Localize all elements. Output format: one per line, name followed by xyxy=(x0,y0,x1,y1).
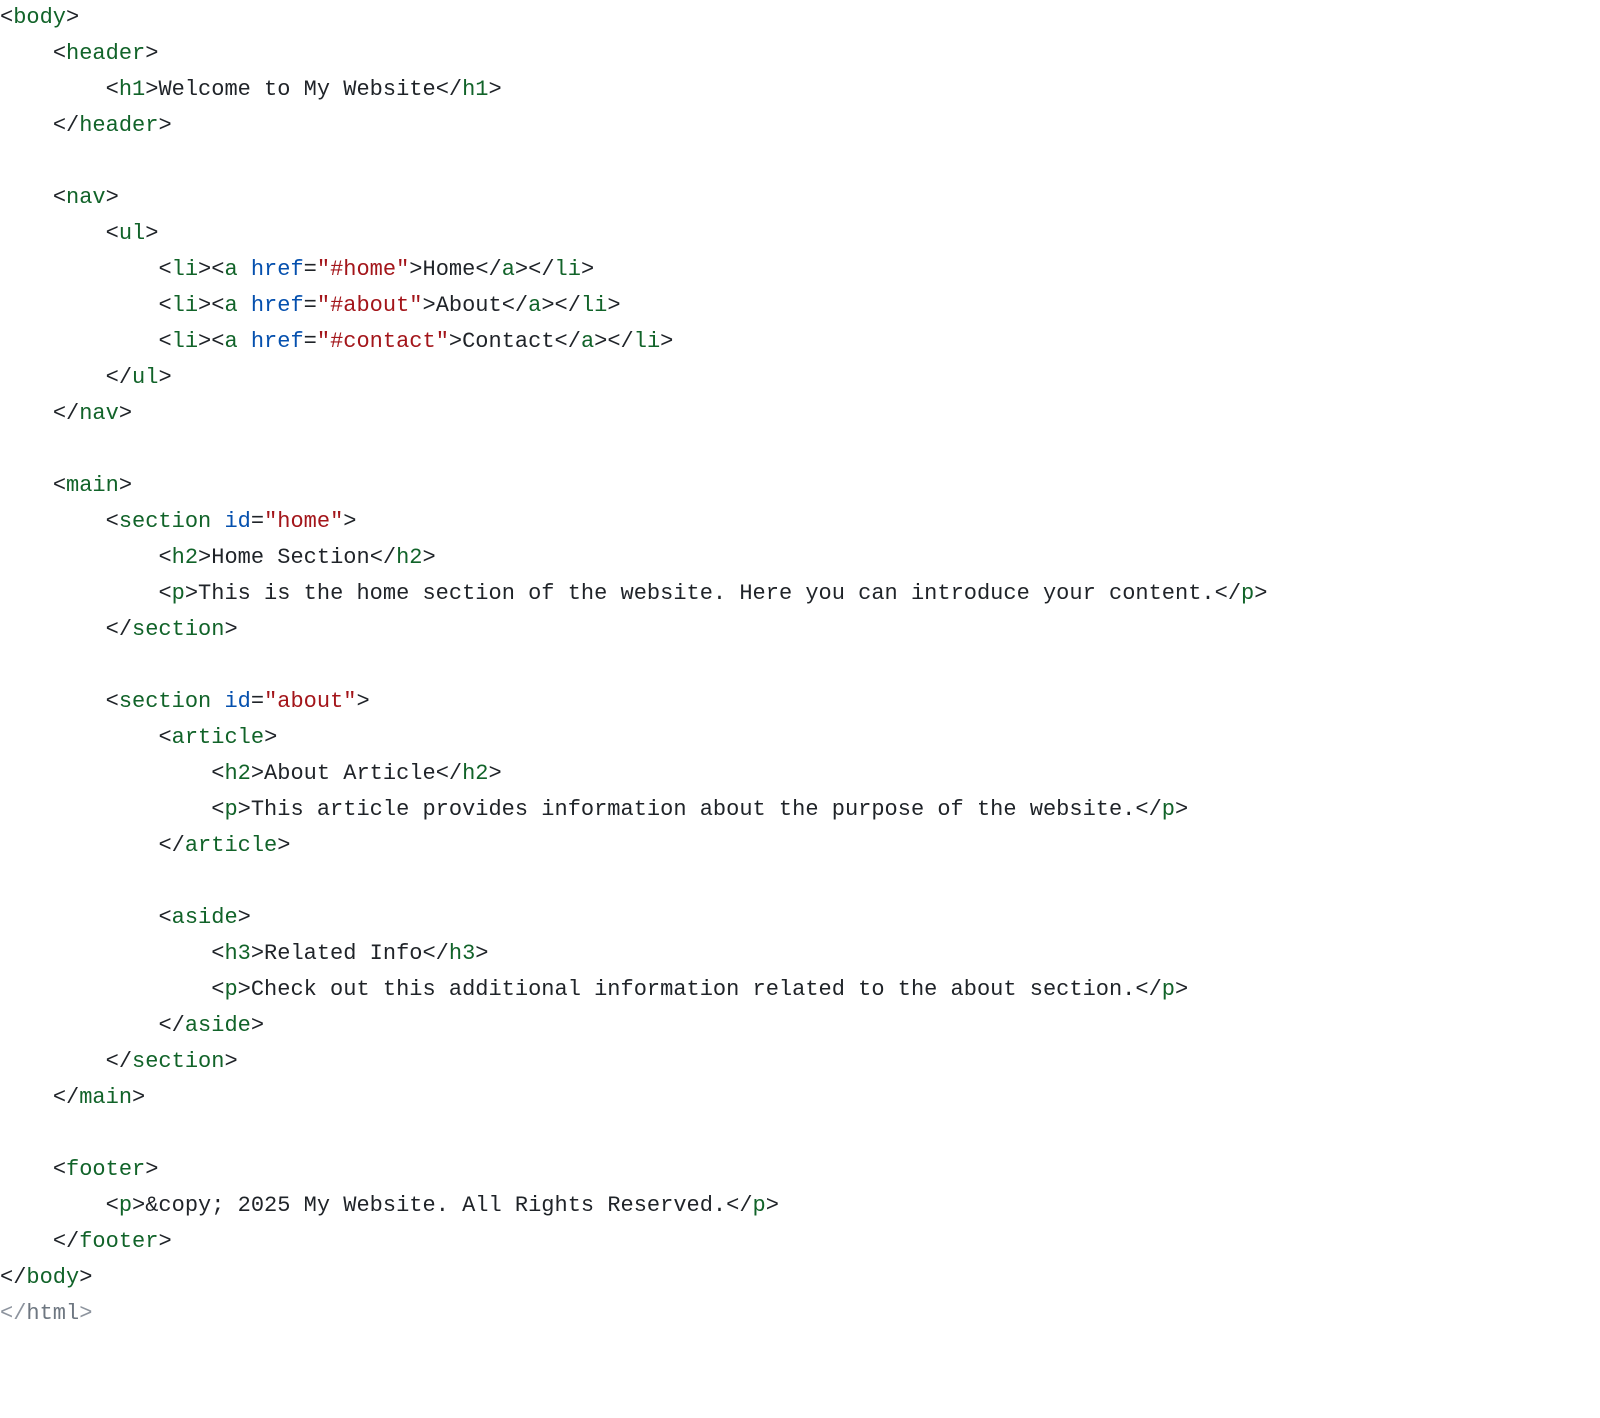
tag-li-open: li xyxy=(172,329,198,354)
string-href-about: "#about" xyxy=(317,293,423,318)
tag-p-close: p xyxy=(1241,581,1254,606)
tag-footer-close: footer xyxy=(79,1229,158,1254)
tag-li-open: li xyxy=(172,293,198,318)
tag-section-open: section xyxy=(119,509,211,534)
tag-p-close: p xyxy=(753,1193,766,1218)
tag-li-close: li xyxy=(581,293,607,318)
tag-section-close: section xyxy=(132,1049,224,1074)
text-aside-p: Check out this additional information re… xyxy=(251,977,1136,1002)
tag-section-close: section xyxy=(132,617,224,642)
tag-p-open: p xyxy=(119,1193,132,1218)
tag-p-open: p xyxy=(224,977,237,1002)
tag-h2-close: h2 xyxy=(462,761,488,786)
tag-a-close: a xyxy=(581,329,594,354)
attr-href: href xyxy=(251,257,304,282)
entity-copy: &copy; xyxy=(145,1193,224,1218)
tag-h2-open: h2 xyxy=(172,545,198,570)
text-about-p: This article provides information about … xyxy=(251,797,1136,822)
tag-body-open: body xyxy=(13,5,66,30)
text-nav-about: About xyxy=(436,293,502,318)
tag-h2-open: h2 xyxy=(224,761,250,786)
tag-h3-open: h3 xyxy=(224,941,250,966)
tag-a-close: a xyxy=(528,293,541,318)
tag-nav-open: nav xyxy=(66,185,106,210)
tag-a-close: a xyxy=(502,257,515,282)
string-id-home: "home" xyxy=(264,509,343,534)
tag-a-open: a xyxy=(224,329,237,354)
text-about-h2: About Article xyxy=(264,761,436,786)
tag-body-close: body xyxy=(26,1265,79,1290)
tag-p-close: p xyxy=(1162,797,1175,822)
text-nav-home: Home xyxy=(423,257,476,282)
text-h1: Welcome to My Website xyxy=(158,77,435,102)
tag-header-open: header xyxy=(66,41,145,66)
text-nav-contact: Contact xyxy=(462,329,554,354)
tag-p-open: p xyxy=(172,581,185,606)
tag-header-close: header xyxy=(79,113,158,138)
tag-nav-close: nav xyxy=(79,401,119,426)
attr-id: id xyxy=(224,509,250,534)
string-id-about: "about" xyxy=(264,689,356,714)
tag-h3-close: h3 xyxy=(449,941,475,966)
tag-section-open: section xyxy=(119,689,211,714)
attr-id: id xyxy=(224,689,250,714)
attr-href: href xyxy=(251,329,304,354)
tag-li-close: li xyxy=(634,329,660,354)
attr-href: href xyxy=(251,293,304,318)
tag-article-open: article xyxy=(172,725,264,750)
tag-li-close: li xyxy=(555,257,581,282)
tag-ul-open: ul xyxy=(119,221,145,246)
code-block: <body> <header> <h1>Welcome to My Websit… xyxy=(0,0,1600,1332)
tag-p-open: p xyxy=(224,797,237,822)
tag-h1-open: h1 xyxy=(119,77,145,102)
text-footer-rest: 2025 My Website. All Rights Reserved. xyxy=(224,1193,726,1218)
tag-aside-close: aside xyxy=(185,1013,251,1038)
tag-h1-close: h1 xyxy=(462,77,488,102)
tag-a-open: a xyxy=(224,257,237,282)
tag-html-close: html xyxy=(26,1301,79,1326)
tag-h2-close: h2 xyxy=(396,545,422,570)
string-href-home: "#home" xyxy=(317,257,409,282)
string-href-contact: "#contact" xyxy=(317,329,449,354)
tag-article-close: article xyxy=(185,833,277,858)
text-home-p: This is the home section of the website.… xyxy=(198,581,1215,606)
tag-main-close: main xyxy=(79,1085,132,1110)
tag-p-close: p xyxy=(1162,977,1175,1002)
tag-aside-open: aside xyxy=(172,905,238,930)
tag-a-open: a xyxy=(224,293,237,318)
tag-ul-close: ul xyxy=(132,365,158,390)
text-aside-h3: Related Info xyxy=(264,941,422,966)
tag-footer-open: footer xyxy=(66,1157,145,1182)
text-home-h2: Home Section xyxy=(211,545,369,570)
tag-li-open: li xyxy=(172,257,198,282)
tag-main-open: main xyxy=(66,473,119,498)
